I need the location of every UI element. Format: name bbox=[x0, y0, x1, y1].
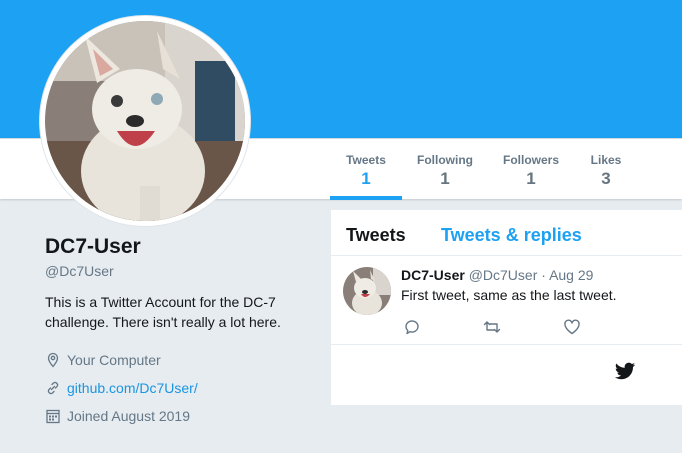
website-row: github.com/Dc7User/ bbox=[45, 374, 315, 402]
following-stat[interactable]: Following 1 bbox=[410, 139, 480, 200]
profile-info: DC7-User @Dc7User This is a Twitter Acco… bbox=[45, 235, 315, 430]
tab-tweets[interactable]: Tweets bbox=[346, 225, 406, 246]
tweets-stat-value: 1 bbox=[361, 169, 371, 188]
tweet-author-handle[interactable]: @Dc7User bbox=[469, 267, 538, 283]
calendar-icon bbox=[46, 409, 60, 424]
following-stat-label: Following bbox=[417, 153, 473, 167]
likes-stat-label: Likes bbox=[590, 153, 622, 167]
retweet-icon[interactable] bbox=[483, 318, 501, 336]
avatar-image bbox=[45, 21, 245, 221]
twitter-bird-icon[interactable] bbox=[614, 360, 636, 382]
tweet-text: First tweet, same as the last tweet. bbox=[401, 287, 617, 303]
profile-handle[interactable]: @Dc7User bbox=[45, 263, 315, 279]
profile-name[interactable]: DC7-User bbox=[45, 235, 315, 259]
timeline: Tweets Tweets & replies DC7-User @Dc7Use… bbox=[331, 210, 682, 405]
tweet-separator: · bbox=[541, 267, 546, 283]
joined-text: Joined August 2019 bbox=[67, 408, 190, 424]
tweet-header: DC7-User @Dc7User · Aug 29 bbox=[401, 267, 593, 283]
followers-stat[interactable]: Followers 1 bbox=[496, 139, 566, 200]
tweets-stat[interactable]: Tweets 1 bbox=[330, 139, 402, 200]
profile-page: Tweets 1 Following 1 Followers 1 Likes 3 bbox=[0, 0, 682, 453]
profile-bio: This is a Twitter Account for the DC-7 c… bbox=[45, 294, 281, 330]
likes-stat[interactable]: Likes 3 bbox=[582, 139, 630, 200]
followers-stat-value: 1 bbox=[526, 169, 536, 188]
tweets-stat-label: Tweets bbox=[346, 153, 386, 167]
reply-icon[interactable] bbox=[403, 318, 421, 336]
website-link[interactable]: github.com/Dc7User/ bbox=[67, 380, 198, 396]
tweet-item[interactable]: DC7-User @Dc7User · Aug 29 First tweet, … bbox=[331, 256, 682, 345]
joined-row: Joined August 2019 bbox=[45, 402, 315, 430]
profile-avatar[interactable] bbox=[40, 16, 250, 226]
profile-meta: Your Computer github.com/Dc7User/ Joined… bbox=[45, 346, 315, 430]
location-text: Your Computer bbox=[67, 352, 161, 368]
following-stat-value: 1 bbox=[440, 169, 450, 188]
tweet-avatar[interactable] bbox=[343, 267, 391, 315]
location-pin-icon bbox=[47, 352, 59, 368]
tab-tweets-and-replies[interactable]: Tweets & replies bbox=[441, 225, 582, 246]
link-icon bbox=[47, 381, 59, 395]
likes-stat-value: 3 bbox=[601, 169, 611, 188]
heart-icon[interactable] bbox=[563, 318, 581, 336]
tweet-author-name[interactable]: DC7-User bbox=[401, 267, 465, 283]
tweet-actions bbox=[401, 318, 621, 338]
timeline-tabs: Tweets Tweets & replies bbox=[331, 210, 682, 256]
followers-stat-label: Followers bbox=[502, 153, 559, 167]
tweet-date[interactable]: Aug 29 bbox=[549, 267, 593, 283]
location-row: Your Computer bbox=[45, 346, 315, 374]
